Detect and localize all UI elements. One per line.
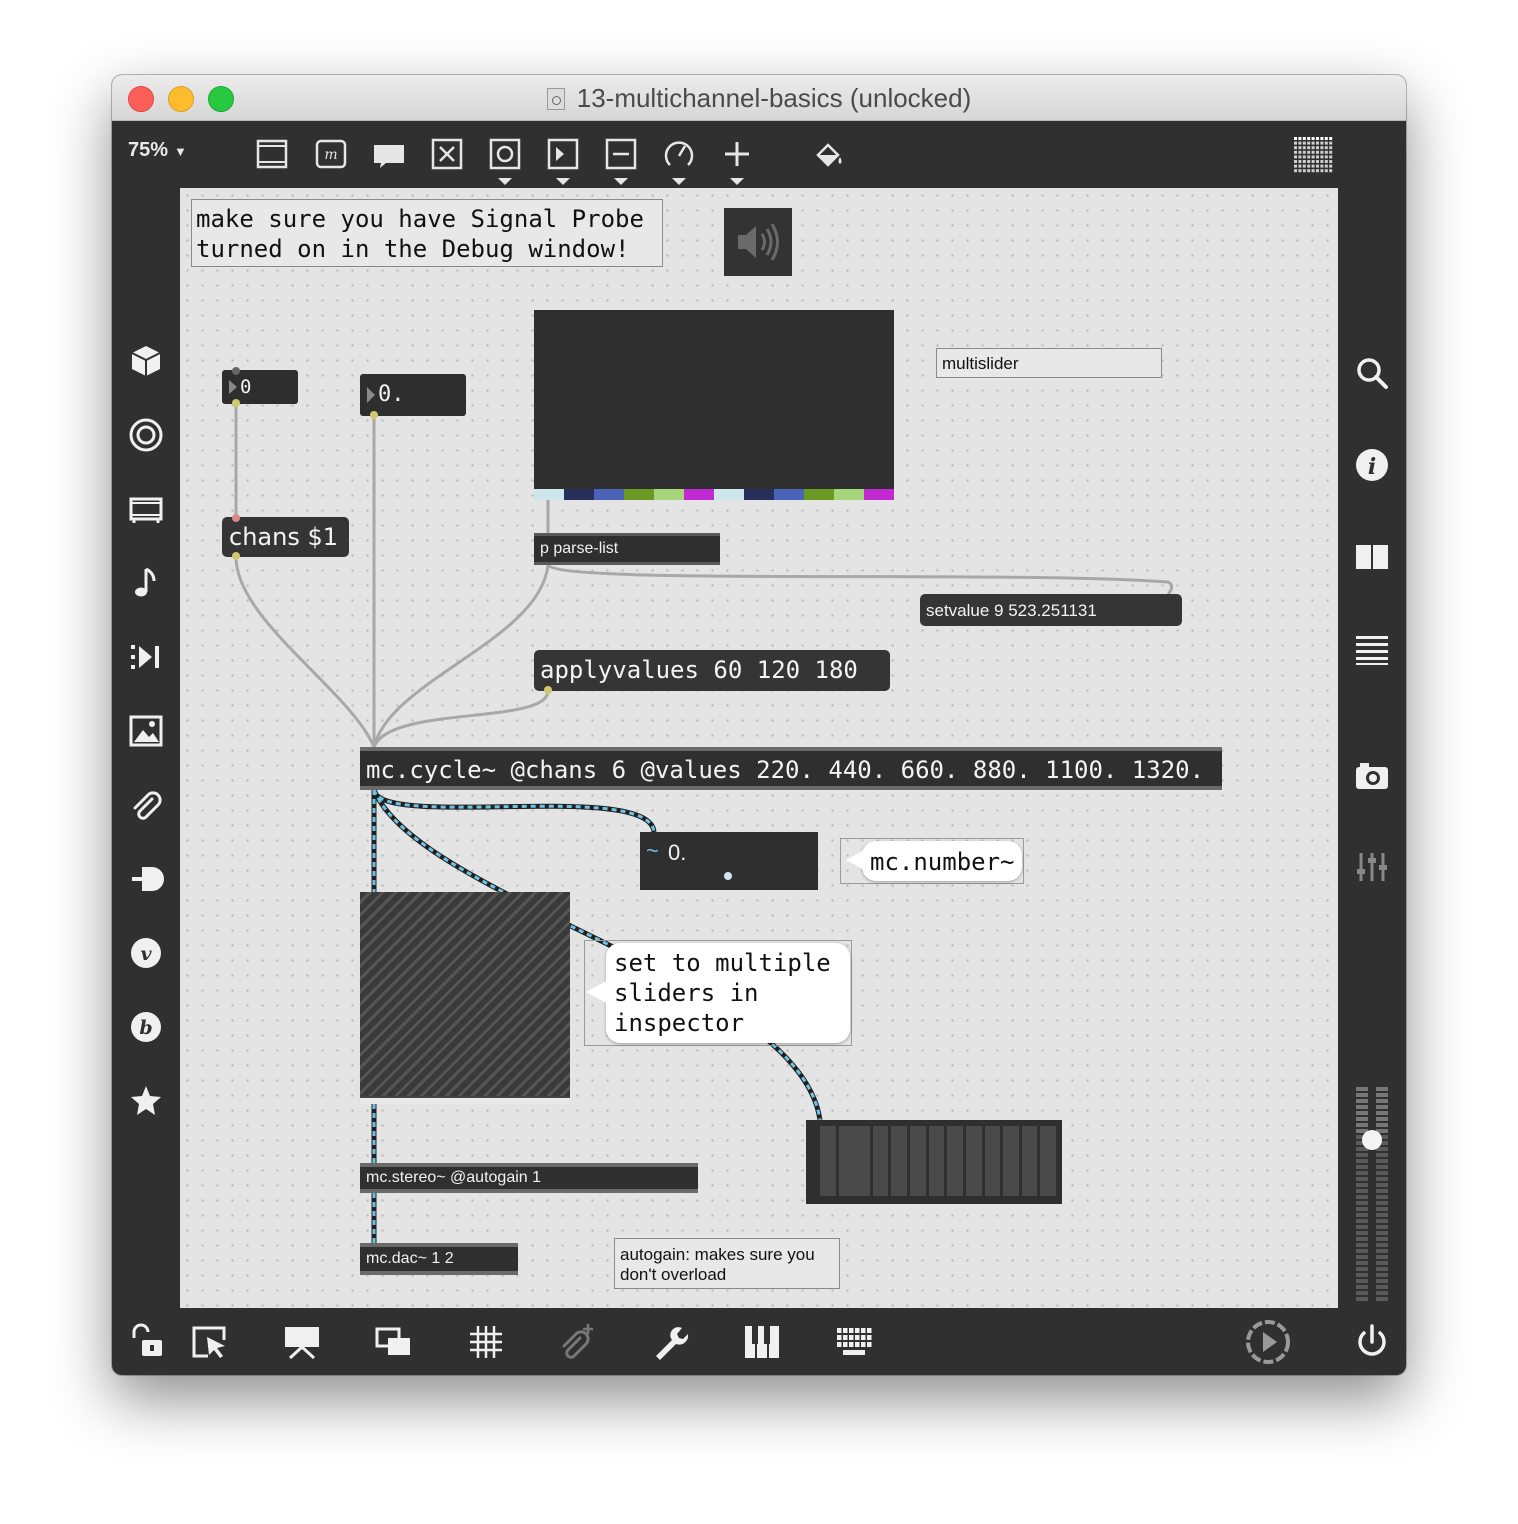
- meter-bar: [928, 1126, 945, 1196]
- bubble-pointer: [846, 850, 864, 870]
- multislider-color-segment: [834, 489, 864, 500]
- mc-number-value: 0.: [668, 840, 687, 865]
- number-triangle-icon: [367, 387, 375, 403]
- meter-bar: [1003, 1126, 1019, 1196]
- outlet[interactable]: [370, 411, 378, 419]
- mc-number-display[interactable]: ~ 0.: [640, 832, 818, 890]
- channel-indicator: [724, 872, 732, 880]
- inlet[interactable]: [232, 514, 240, 522]
- speaker-icon: [738, 223, 779, 261]
- multislider-color-segment: [534, 489, 564, 500]
- mc-stereo-object[interactable]: mc.stereo~ @autogain 1: [360, 1163, 698, 1193]
- meter-bar: [984, 1126, 1001, 1196]
- parse-list-subpatch[interactable]: p parse-list: [534, 533, 720, 565]
- slider-track: [360, 1096, 570, 1104]
- meter-bar: [965, 1126, 982, 1196]
- multislider-color-segment: [804, 489, 834, 500]
- setvalue-message[interactable]: setvalue 9 523.251131: [920, 594, 1182, 626]
- multislider-color-segment: [774, 489, 804, 500]
- mc-number-comment[interactable]: mc.number~: [862, 841, 1022, 881]
- signal-tilde-icon: ~: [646, 838, 659, 863]
- multislider-color-segment: [594, 489, 624, 500]
- meter-bar: [838, 1126, 870, 1196]
- outlet[interactable]: [232, 399, 240, 407]
- number-box-float[interactable]: 0.: [360, 374, 466, 419]
- autogain-comment[interactable]: autogain: makes sure you don't overload: [614, 1238, 840, 1289]
- multislider-color-strip: [534, 489, 894, 500]
- applyvalues-message[interactable]: applyvalues 60 120 180: [534, 650, 890, 694]
- setvalue-message-text: setvalue 9 523.251131: [926, 601, 1097, 620]
- mc-dac-object[interactable]: mc.dac~ 1 2: [360, 1243, 518, 1275]
- multislider-color-segment: [714, 489, 744, 500]
- sliders-hint-comment[interactable]: set to multiple sliders in inspector: [606, 943, 850, 1043]
- meter-bar: [947, 1126, 963, 1196]
- meter-bar: [891, 1126, 908, 1196]
- number-triangle-icon: [229, 380, 237, 394]
- multislider-display[interactable]: [534, 310, 894, 500]
- multi-slider-object[interactable]: [360, 892, 570, 1104]
- bubble-pointer: [586, 980, 608, 1004]
- meter-bar: [1040, 1126, 1056, 1196]
- sliders-hint-text: set to multiple sliders in inspector: [614, 949, 831, 1037]
- multislider-color-segment: [744, 489, 774, 500]
- autogain-comment-text: autogain: makes sure you don't overload: [620, 1245, 815, 1284]
- signal-probe-comment-text: make sure you have Signal Probe turned o…: [196, 205, 644, 263]
- mc-cycle-object[interactable]: mc.cycle~ @chans 6 @values 220. 440. 660…: [360, 747, 1222, 790]
- meter-bar: [910, 1126, 926, 1196]
- multislider-color-segment: [654, 489, 684, 500]
- mc-meter-display[interactable]: [806, 1120, 1062, 1204]
- outlet[interactable]: [232, 552, 240, 560]
- inlet[interactable]: [232, 367, 240, 375]
- outlet[interactable]: [544, 686, 552, 694]
- multislider-color-segment: [624, 489, 654, 500]
- mc-number-comment-text: mc.number~: [870, 848, 1015, 876]
- chans-message-text: chans $1: [229, 523, 338, 551]
- multislider-color-segment: [864, 489, 894, 500]
- ezdac-speaker-button[interactable]: [724, 208, 792, 276]
- parse-list-text: p parse-list: [540, 540, 619, 557]
- number-int-value: 0: [240, 376, 252, 398]
- multislider-comment[interactable]: multislider: [936, 348, 1162, 378]
- multislider-color-segment: [684, 489, 714, 500]
- chans-message[interactable]: chans $1: [222, 514, 349, 560]
- meter-bar: [820, 1126, 836, 1196]
- meter-bar: [1021, 1126, 1038, 1196]
- signal-probe-comment[interactable]: make sure you have Signal Probe turned o…: [191, 199, 663, 267]
- number-float-value: 0.: [378, 382, 405, 407]
- mc-cycle-text: mc.cycle~ @chans 6 @values 220. 440. 660…: [366, 756, 1205, 784]
- meter-bars: [820, 1126, 1056, 1196]
- mc-stereo-text: mc.stereo~ @autogain 1: [366, 1169, 542, 1186]
- mc-dac-text: mc.dac~ 1 2: [366, 1250, 454, 1267]
- meter-bar: [872, 1126, 889, 1196]
- number-box-int[interactable]: 0: [222, 367, 298, 407]
- multislider-color-segment: [564, 489, 594, 500]
- applyvalues-message-text: applyvalues 60 120 180: [540, 656, 858, 684]
- multislider-comment-text: multislider: [942, 354, 1019, 373]
